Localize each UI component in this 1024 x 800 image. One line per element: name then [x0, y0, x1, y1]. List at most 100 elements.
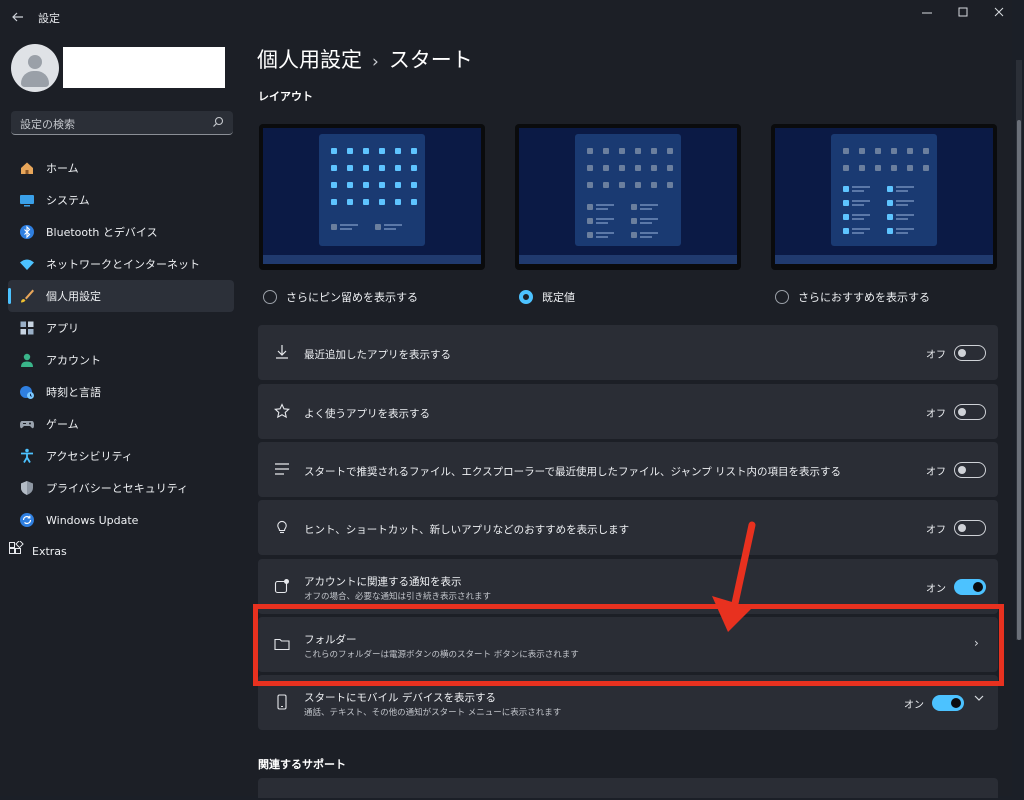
setting-row-tips[interactable]: ヒント、ショートカット、新しいアプリなどのおすすめを表示します オフ: [258, 500, 998, 555]
toggle-switch[interactable]: [954, 404, 986, 420]
scrollbar[interactable]: [1014, 60, 1024, 640]
preview-tile: [635, 148, 641, 154]
setting-row-recommended-files[interactable]: スタートで推奨されるファイル、エクスプローラーで最近使用したファイル、ジャンプ …: [258, 442, 998, 497]
preview-tile: [363, 182, 369, 188]
preview-line: [596, 208, 608, 210]
preview-tile: [603, 148, 609, 154]
nav-item-system[interactable]: システム: [8, 184, 234, 216]
search-input[interactable]: 設定の検索: [11, 111, 233, 135]
preview-tile: [363, 165, 369, 171]
nav-item-time-language[interactable]: 時刻と言語: [8, 376, 234, 408]
toggle-knob: [958, 349, 966, 357]
preview-tile: [887, 186, 893, 192]
lightbulb-icon: [273, 518, 291, 536]
setting-row-recent-apps[interactable]: 最近追加したアプリを表示する オフ: [258, 325, 998, 380]
nav-item-personalization[interactable]: 個人用設定: [8, 280, 234, 312]
nav-item-accounts[interactable]: アカウント: [8, 344, 234, 376]
highlight-box: [253, 604, 1004, 686]
preview-line: [896, 186, 914, 188]
toggle-switch[interactable]: [954, 579, 986, 595]
minimize-button[interactable]: [910, 0, 944, 24]
maximize-button[interactable]: [946, 0, 980, 24]
nav-item-gaming[interactable]: ゲーム: [8, 408, 234, 440]
preview-line: [596, 218, 614, 220]
close-button[interactable]: [982, 0, 1016, 24]
preview-tile: [631, 232, 637, 238]
preview-tile: [379, 199, 385, 205]
search-icon: [213, 116, 224, 127]
preview-line: [852, 218, 864, 220]
preview-line: [896, 200, 914, 202]
preview-tile: [587, 165, 593, 171]
preview-tile: [843, 214, 849, 220]
layout-preview-more-pins[interactable]: [259, 124, 485, 270]
annotation-arrow: [712, 521, 756, 632]
preview-line: [340, 228, 352, 230]
toggle-knob: [958, 466, 966, 474]
avatar[interactable]: [11, 44, 59, 92]
setting-label: スタートにモバイル デバイスを表示する: [304, 692, 497, 704]
preview-tile: [395, 165, 401, 171]
preview-tile: [587, 148, 593, 154]
nav-item-accessibility[interactable]: アクセシビリティ: [8, 440, 234, 472]
preview-line: [896, 228, 914, 230]
preview-line: [852, 200, 870, 202]
preview-line: [852, 204, 864, 206]
support-row[interactable]: [258, 778, 998, 798]
preview-tile: [619, 165, 625, 171]
radio-button[interactable]: [775, 290, 789, 304]
preview-tile: [651, 148, 657, 154]
radio-more-pins[interactable]: さらにピン留めを表示する: [263, 289, 418, 305]
nav-item-privacy[interactable]: プライバシーとセキュリティ: [8, 472, 234, 504]
layout-preview-more-recommendations[interactable]: [771, 124, 997, 270]
star-icon: [273, 402, 291, 420]
radio-more-recommendations[interactable]: さらにおすすめを表示する: [775, 289, 930, 305]
toggle-switch[interactable]: [932, 695, 964, 711]
nav-item-apps[interactable]: アプリ: [8, 312, 234, 344]
preview-line: [596, 232, 614, 234]
radio-label: さらにピン留めを表示する: [286, 291, 418, 304]
nav-item-windows-update[interactable]: Windows Update: [8, 504, 234, 536]
preview-tile: [603, 182, 609, 188]
layout-preview-default[interactable]: [515, 124, 741, 270]
list-icon: [273, 460, 291, 478]
brush-icon: [19, 288, 35, 304]
preview-tile: [331, 182, 337, 188]
preview-tile: [843, 186, 849, 192]
preview-tile: [887, 214, 893, 220]
preview-tile: [379, 165, 385, 171]
toggle-knob: [951, 698, 961, 708]
setting-row-frequent-apps[interactable]: よく使うアプリを表示する オフ: [258, 384, 998, 439]
toggle-switch[interactable]: [954, 345, 986, 361]
preview-tile: [635, 165, 641, 171]
nav-item-bluetooth[interactable]: Bluetooth とデバイス: [8, 216, 234, 248]
preview-tile: [907, 165, 913, 171]
avatar-head: [28, 55, 42, 69]
toggle-switch[interactable]: [954, 462, 986, 478]
preview-tile: [603, 165, 609, 171]
nav-item-network[interactable]: ネットワークとインターネット: [8, 248, 234, 280]
chevron-down-icon[interactable]: [974, 692, 984, 706]
preview-tile: [395, 199, 401, 205]
radio-default[interactable]: 既定値: [519, 289, 575, 305]
preview-tile: [843, 228, 849, 234]
radio-button-selected[interactable]: [519, 290, 533, 304]
preview-tile: [331, 224, 337, 230]
layout-section-label: レイアウト: [258, 90, 313, 103]
preview-tile: [843, 200, 849, 206]
preview-tile: [411, 199, 417, 205]
radio-button[interactable]: [263, 290, 277, 304]
preview-tile: [347, 199, 353, 205]
preview-tile: [887, 200, 893, 206]
preview-tile: [651, 165, 657, 171]
preview-line: [852, 214, 870, 216]
setting-description: 通話、テキスト、その他の通知がスタート メニューに表示されます: [304, 708, 562, 718]
breadcrumb-current: スタート: [388, 48, 473, 72]
nav-item-home[interactable]: ホーム: [8, 152, 234, 184]
breadcrumb-parent[interactable]: 個人用設定: [257, 48, 362, 72]
wifi-icon: [19, 256, 35, 272]
preview-line: [896, 190, 908, 192]
nav-item-extras[interactable]: Extras: [8, 539, 67, 562]
toggle-switch[interactable]: [954, 520, 986, 536]
back-button[interactable]: [8, 8, 28, 26]
